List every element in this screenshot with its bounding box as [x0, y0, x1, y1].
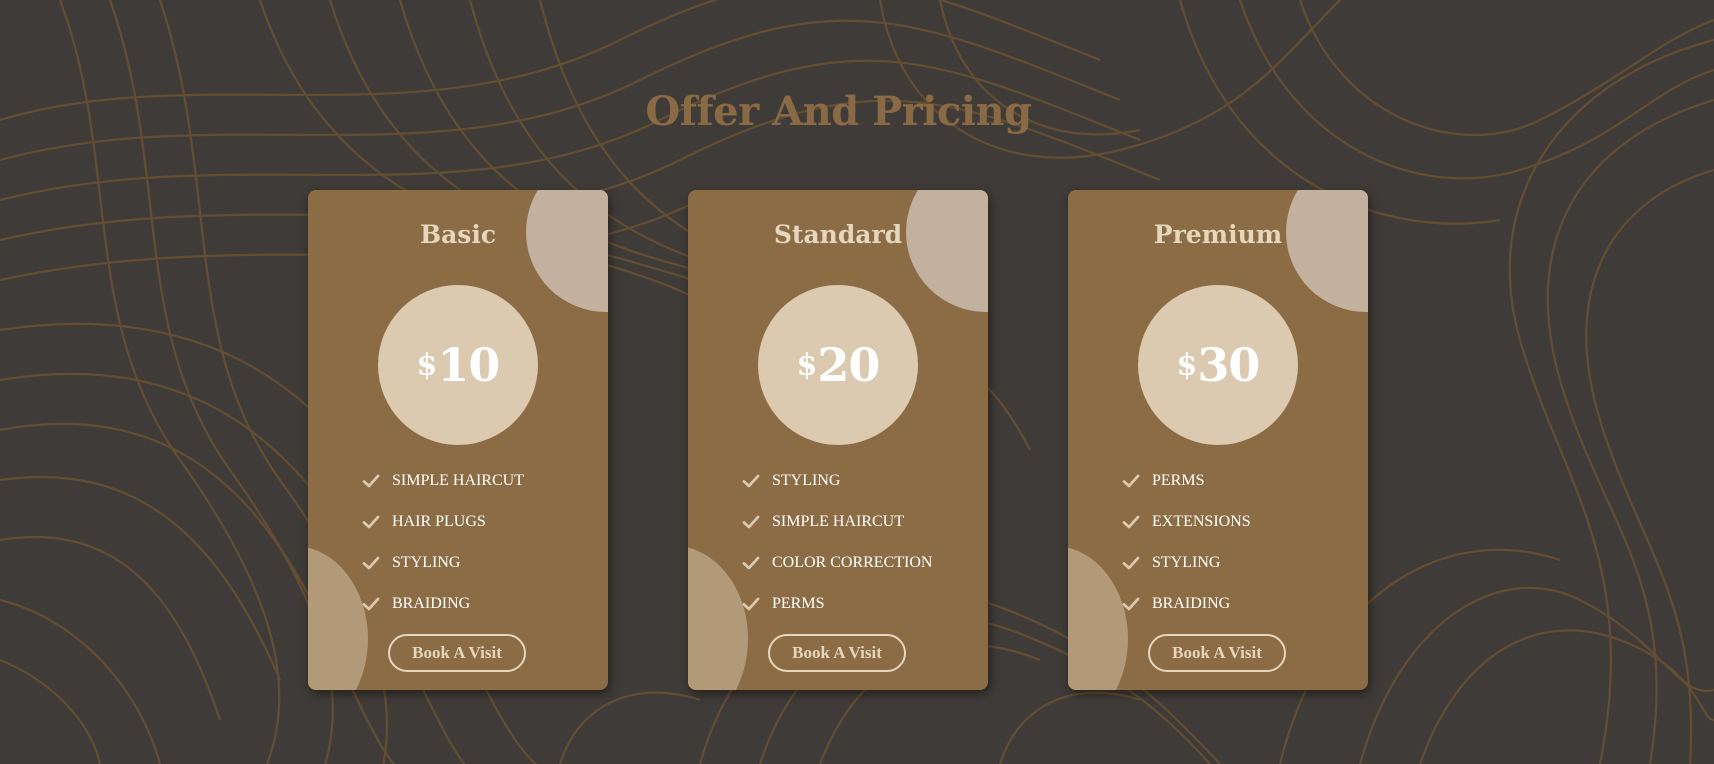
currency-symbol: $	[416, 348, 438, 383]
check-icon	[742, 556, 760, 569]
feature-label: STYLING	[772, 471, 841, 489]
feature-label: STYLING	[1152, 553, 1221, 571]
feature-label: HAIR PLUGS	[392, 512, 486, 530]
feature-list: PERMS EXTENSIONS STYLING BRAIDING	[1122, 460, 1251, 624]
check-icon	[742, 597, 760, 610]
feature-item: STYLING	[1122, 542, 1251, 583]
feature-item: BRAIDING	[1122, 583, 1251, 624]
feature-label: BRAIDING	[392, 594, 471, 612]
plan-price: $30	[1176, 338, 1261, 392]
check-icon	[362, 556, 380, 569]
feature-label: SIMPLE HAIRCUT	[392, 471, 525, 489]
plan-name: Standard	[773, 220, 903, 249]
check-icon	[1122, 556, 1140, 569]
decorative-circle	[526, 190, 608, 312]
plan-price: $10	[416, 338, 501, 392]
feature-item: STYLING	[742, 460, 932, 501]
book-visit-button[interactable]: Book A Visit	[388, 634, 526, 672]
decorative-circle	[1286, 190, 1368, 312]
price-circle: $30	[1138, 285, 1298, 445]
decorative-circle	[1068, 546, 1128, 690]
check-icon	[742, 474, 760, 487]
price-amount: 10	[437, 338, 500, 392]
page-title: Offer And Pricing	[645, 88, 1032, 135]
currency-symbol: $	[1176, 348, 1198, 383]
check-icon	[1122, 474, 1140, 487]
check-icon	[362, 597, 380, 610]
check-icon	[1122, 515, 1140, 528]
feature-item: HAIR PLUGS	[362, 501, 524, 542]
feature-item: COLOR CORRECTION	[742, 542, 932, 583]
decorative-circle	[308, 546, 368, 690]
feature-label: PERMS	[772, 594, 825, 612]
feature-label: EXTENSIONS	[1152, 512, 1251, 530]
check-icon	[742, 515, 760, 528]
feature-label: SIMPLE HAIRCUT	[772, 512, 905, 530]
feature-item: SIMPLE HAIRCUT	[742, 501, 932, 542]
pricing-card-premium: Premium $30 PERMS EXTENSIONS STYLING BRA…	[1068, 190, 1368, 690]
feature-label: BRAIDING	[1152, 594, 1231, 612]
plan-name: Premium	[1153, 220, 1283, 249]
pricing-card-basic: Basic $10 SIMPLE HAIRCUT HAIR PLUGS STYL…	[308, 190, 608, 690]
book-visit-button[interactable]: Book A Visit	[768, 634, 906, 672]
feature-item: BRAIDING	[362, 583, 524, 624]
feature-label: COLOR CORRECTION	[772, 553, 933, 571]
price-circle: $10	[378, 285, 538, 445]
price-circle: $20	[758, 285, 918, 445]
feature-item: PERMS	[1122, 460, 1251, 501]
feature-list: SIMPLE HAIRCUT HAIR PLUGS STYLING BRAIDI…	[362, 460, 524, 624]
check-icon	[362, 474, 380, 487]
feature-item: EXTENSIONS	[1122, 501, 1251, 542]
check-icon	[362, 515, 380, 528]
feature-label: PERMS	[1152, 471, 1205, 489]
feature-item: SIMPLE HAIRCUT	[362, 460, 524, 501]
book-visit-button[interactable]: Book A Visit	[1148, 634, 1286, 672]
feature-label: STYLING	[392, 553, 461, 571]
decorative-circle	[688, 546, 748, 690]
currency-symbol: $	[796, 348, 818, 383]
check-icon	[1122, 597, 1140, 610]
price-amount: 30	[1197, 338, 1260, 392]
plan-price: $20	[796, 338, 881, 392]
feature-list: STYLING SIMPLE HAIRCUT COLOR CORRECTION …	[742, 460, 932, 624]
price-amount: 20	[817, 338, 880, 392]
pricing-card-standard: Standard $20 STYLING SIMPLE HAIRCUT COLO…	[688, 190, 988, 690]
feature-item: STYLING	[362, 542, 524, 583]
plan-name: Basic	[419, 220, 497, 249]
decorative-circle	[906, 190, 988, 312]
feature-item: PERMS	[742, 583, 932, 624]
